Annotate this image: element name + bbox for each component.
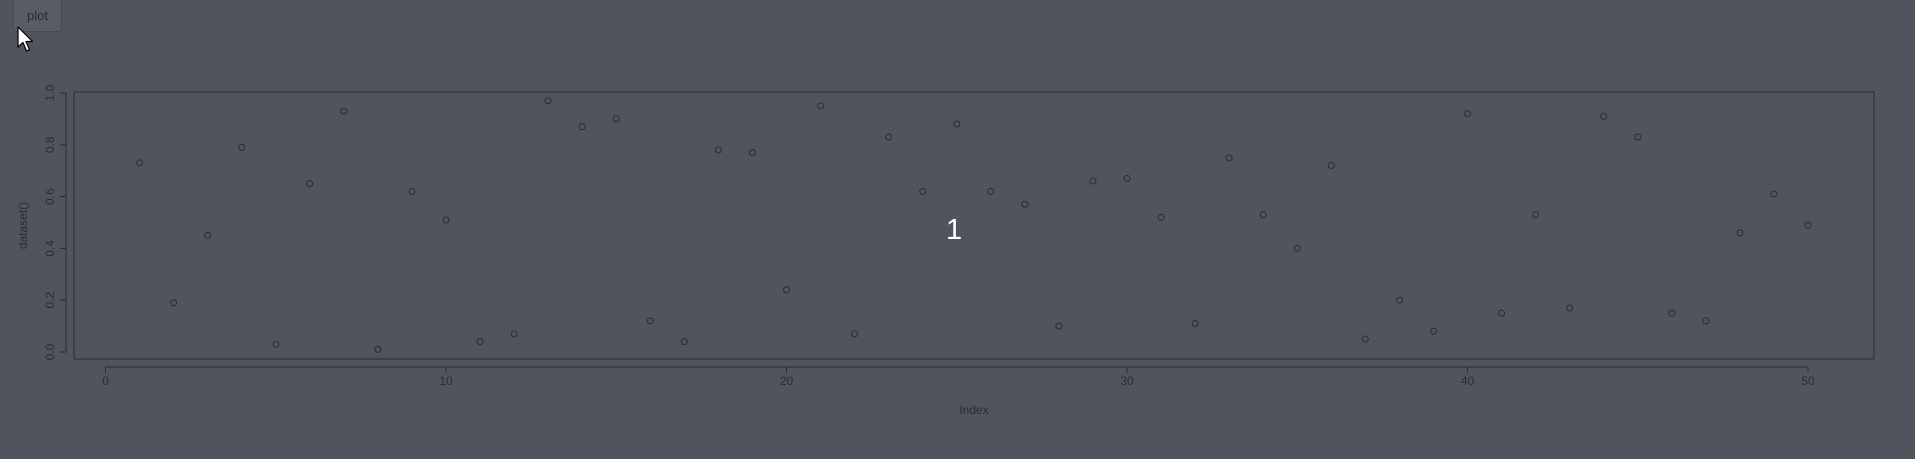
x-tick-label: 10 [439, 374, 453, 388]
data-point [1293, 244, 1301, 252]
data-point [1804, 221, 1812, 229]
data-point [1770, 190, 1778, 198]
y-axis-title: dataset() [16, 202, 30, 249]
data-point [1123, 174, 1131, 182]
data-point [748, 149, 756, 157]
data-point [680, 338, 688, 346]
data-point [408, 187, 416, 195]
overlay-number: 1 [946, 214, 963, 246]
x-tick-label: 50 [1801, 374, 1815, 388]
y-tick-label: 0.6 [43, 188, 57, 205]
data-point [987, 187, 995, 195]
data-point [1566, 304, 1574, 312]
data-point [1089, 177, 1097, 185]
y-tick-label: 1.0 [43, 84, 57, 101]
data-point [306, 180, 314, 188]
arrow-pointer-icon [17, 26, 34, 52]
data-point [1702, 317, 1710, 325]
data-point [1736, 229, 1744, 237]
data-point [272, 340, 280, 348]
data-point [714, 146, 722, 154]
data-point [953, 120, 961, 128]
data-point [1361, 335, 1369, 343]
data-point [851, 330, 859, 338]
data-point [510, 330, 518, 338]
y-tick-label: 0.4 [43, 240, 57, 257]
data-point [1259, 211, 1267, 219]
x-tick-label: 0 [102, 374, 109, 388]
data-point [919, 187, 927, 195]
data-point [1498, 309, 1506, 317]
x-axis-title: Index [959, 403, 988, 417]
data-point [170, 299, 178, 307]
data-point [1464, 110, 1471, 118]
data-point [817, 102, 825, 110]
data-point [1429, 327, 1437, 335]
y-tick-label: 0.0 [43, 343, 57, 360]
x-tick-label: 20 [780, 374, 794, 388]
data-point [1600, 112, 1608, 120]
y-tick-label: 0.2 [43, 292, 57, 309]
data-point [646, 317, 654, 325]
data-point [612, 115, 620, 123]
data-point [1532, 211, 1540, 219]
x-tick-label: 40 [1461, 374, 1475, 388]
data-point [578, 123, 586, 131]
data-point [1055, 322, 1063, 330]
data-point [885, 133, 893, 141]
data-point [442, 216, 450, 224]
data-point [544, 97, 552, 105]
data-point [374, 345, 382, 353]
data-point [1021, 200, 1029, 208]
data-point [1668, 309, 1676, 317]
data-point [1225, 154, 1233, 162]
data-point [1157, 213, 1165, 221]
data-point [476, 338, 484, 346]
data-point [1327, 162, 1335, 170]
data-point [136, 159, 144, 167]
data-point [1395, 296, 1403, 304]
data-point [1191, 320, 1199, 328]
data-point [204, 231, 212, 239]
data-point [783, 286, 790, 294]
data-point [1634, 133, 1642, 141]
x-tick-label: 30 [1120, 374, 1134, 388]
y-tick-label: 0.8 [43, 136, 57, 153]
data-point [238, 143, 246, 151]
plot-frame [73, 91, 1875, 360]
data-point [340, 107, 348, 115]
